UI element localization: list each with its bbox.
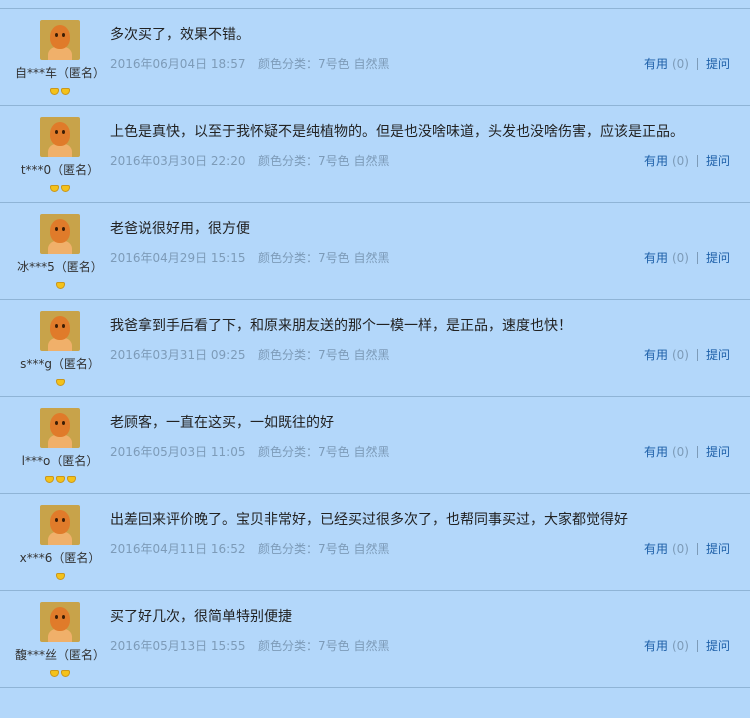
- review-actions: 有用 (0) 提问: [644, 152, 730, 169]
- review-date: 2016年03月30日 22:20: [110, 154, 246, 168]
- reviewer-rank: [0, 473, 120, 483]
- ask-button[interactable]: 提问: [706, 445, 730, 459]
- rank-gem-icon: [50, 88, 59, 95]
- review-content: 多次买了，效果不错。: [110, 27, 250, 43]
- ask-button[interactable]: 提问: [706, 639, 730, 653]
- review-date: 2016年04月29日 15:15: [110, 251, 246, 265]
- useful-count: (0): [671, 57, 689, 71]
- review-item: 冰***5（匿名） 老爸说很好用，很方便 2016年04月29日 15:15 颜色分类…: [0, 204, 750, 300]
- product-spec: 颜色分类：7号色 自然黑: [258, 445, 390, 459]
- rank-gem-icon: [66, 476, 76, 483]
- review-item: 馥***丝（匿名） 买了好几次，很简单特别便捷 2016年05月13日 15:55 颜…: [0, 592, 750, 688]
- useful-button[interactable]: 有用: [644, 57, 668, 71]
- reviewer-rank: [0, 279, 120, 289]
- useful-button[interactable]: 有用: [644, 251, 668, 265]
- reviewer-rank: [0, 85, 120, 95]
- review-actions: 有用 (0) 提问: [644, 443, 730, 460]
- useful-count: (0): [671, 542, 689, 556]
- rank-gem-icon: [55, 476, 65, 483]
- review-content: 出差回来评价晚了。宝贝非常好，已经买过很多次了，也帮同事买过，大家都觉得好: [110, 512, 628, 528]
- review-date: 2016年05月03日 11:05: [110, 445, 246, 459]
- product-spec: 颜色分类：7号色 自然黑: [258, 251, 390, 265]
- useful-button[interactable]: 有用: [644, 348, 668, 362]
- avatar[interactable]: [40, 117, 80, 157]
- useful-count: (0): [671, 639, 689, 653]
- reviewer-name: s***g（匿名）: [20, 357, 100, 371]
- reviewer-rank: [0, 376, 120, 386]
- useful-button[interactable]: 有用: [644, 542, 668, 556]
- rank-gem-icon: [55, 573, 65, 580]
- review-date: 2016年05月13日 15:55: [110, 639, 246, 653]
- useful-button[interactable]: 有用: [644, 639, 668, 653]
- useful-count: (0): [671, 154, 689, 168]
- rank-gem-icon: [55, 379, 65, 386]
- useful-button[interactable]: 有用: [644, 445, 668, 459]
- useful-count: (0): [671, 445, 689, 459]
- reviewer-name: 冰***5（匿名）: [17, 260, 103, 274]
- review-actions: 有用 (0) 提问: [644, 249, 730, 266]
- reviewer-rank: [0, 667, 120, 677]
- review-actions: 有用 (0) 提问: [644, 637, 730, 654]
- review-date: 2016年03月31日 09:25: [110, 348, 246, 362]
- review-date: 2016年04月11日 16:52: [110, 542, 246, 556]
- product-spec: 颜色分类：7号色 自然黑: [258, 542, 390, 556]
- review-content: 买了好几次，很简单特别便捷: [110, 609, 292, 625]
- product-spec: 颜色分类：7号色 自然黑: [258, 154, 390, 168]
- reviewer-name: l***o（匿名）: [21, 454, 99, 468]
- reviewer-name: 馥***丝（匿名）: [14, 648, 105, 662]
- rank-gem-icon: [61, 185, 70, 192]
- review-actions: 有用 (0) 提问: [644, 55, 730, 72]
- review-item: 自***车（匿名） 多次买了，效果不错。 2016年06月04日 18:57 颜色分类…: [0, 10, 750, 106]
- avatar[interactable]: [40, 408, 80, 448]
- review-item: x***6（匿名） 出差回来评价晚了。宝贝非常好，已经买过很多次了，也帮同事买过，…: [0, 495, 750, 591]
- ask-button[interactable]: 提问: [706, 251, 730, 265]
- review-content: 老爸说很好用，很方便: [110, 221, 250, 237]
- review-item: l***o（匿名） 老顾客，一直在这买，一如既往的好 2016年05月03日 11:…: [0, 398, 750, 494]
- useful-count: (0): [671, 348, 689, 362]
- reviewer-name: t***0（匿名）: [20, 163, 100, 177]
- review-item: s***g（匿名） 我爸拿到手后看了下，和原来朋友送的那个一模一样，是正品，速度也…: [0, 301, 750, 397]
- avatar[interactable]: [40, 505, 80, 545]
- divider: [696, 58, 698, 70]
- divider: [696, 349, 698, 361]
- review-date: 2016年06月04日 18:57: [110, 57, 246, 71]
- rank-gem-icon: [61, 88, 70, 95]
- divider: [696, 446, 698, 458]
- ask-button[interactable]: 提问: [706, 154, 730, 168]
- rank-gem-icon: [61, 670, 70, 677]
- ask-button[interactable]: 提问: [706, 542, 730, 556]
- ask-button[interactable]: 提问: [706, 57, 730, 71]
- reviewer-name: 自***车（匿名）: [14, 66, 105, 80]
- review-actions: 有用 (0) 提问: [644, 346, 730, 363]
- divider: [696, 640, 698, 652]
- divider: [0, 8, 750, 9]
- useful-button[interactable]: 有用: [644, 154, 668, 168]
- review-list: 自***车（匿名） 多次买了，效果不错。 2016年06月04日 18:57 颜色分类…: [0, 0, 750, 718]
- divider: [696, 543, 698, 555]
- review-item: t***0（匿名） 上色是真快，以至于我怀疑不是纯植物的。但是也没啥味道，头发也没…: [0, 107, 750, 203]
- product-spec: 颜色分类：7号色 自然黑: [258, 348, 390, 362]
- product-spec: 颜色分类：7号色 自然黑: [258, 57, 390, 71]
- reviewer-rank: [0, 182, 120, 192]
- review-actions: 有用 (0) 提问: [644, 540, 730, 557]
- avatar[interactable]: [40, 214, 80, 254]
- rank-gem-icon: [50, 670, 59, 677]
- review-content: 上色是真快，以至于我怀疑不是纯植物的。但是也没啥味道，头发也没啥伤害，应该是正品…: [110, 124, 684, 140]
- avatar[interactable]: [40, 602, 80, 642]
- ask-button[interactable]: 提问: [706, 348, 730, 362]
- useful-count: (0): [671, 251, 689, 265]
- product-spec: 颜色分类：7号色 自然黑: [258, 639, 390, 653]
- avatar[interactable]: [40, 311, 80, 351]
- divider: [696, 155, 698, 167]
- review-content: 老顾客，一直在这买，一如既往的好: [110, 415, 334, 431]
- review-content: 我爸拿到手后看了下，和原来朋友送的那个一模一样，是正品，速度也快！: [110, 318, 572, 334]
- reviewer-rank: [0, 570, 120, 580]
- avatar[interactable]: [40, 20, 80, 60]
- rank-gem-icon: [50, 185, 59, 192]
- rank-gem-icon: [55, 282, 65, 289]
- rank-gem-icon: [44, 476, 54, 483]
- divider: [696, 252, 698, 264]
- reviewer-name: x***6（匿名）: [19, 551, 101, 565]
